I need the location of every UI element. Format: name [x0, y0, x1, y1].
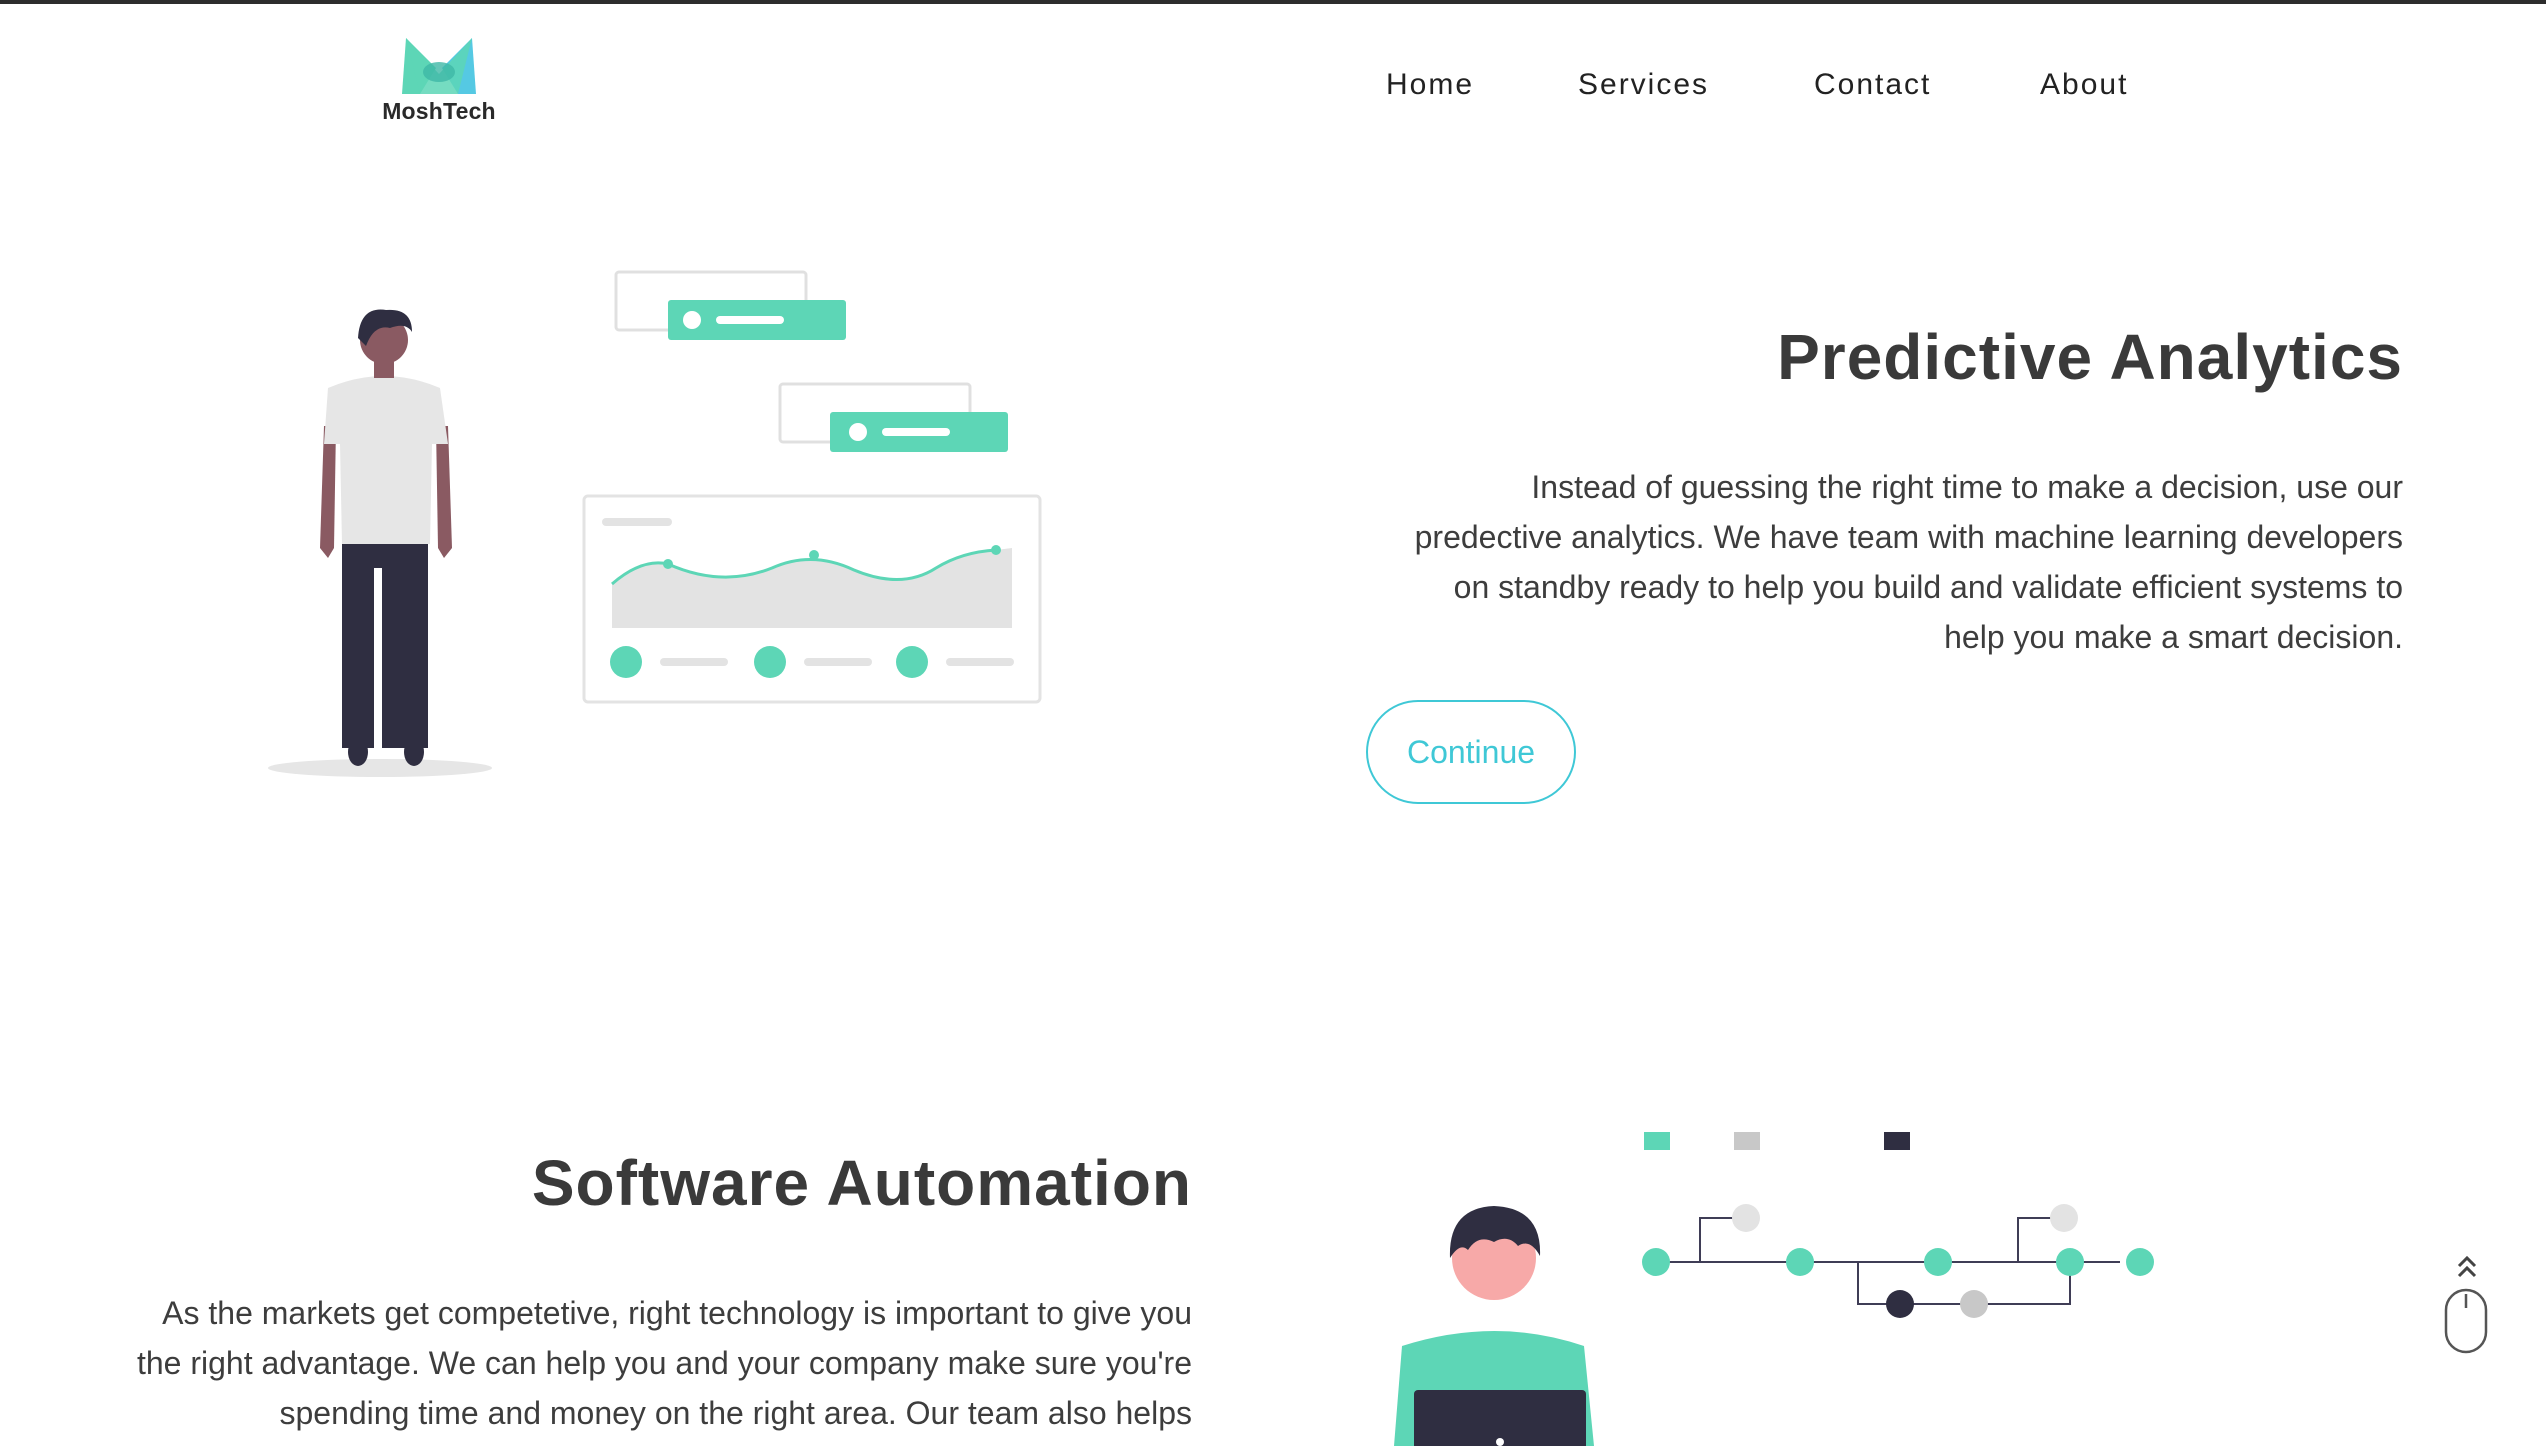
brand-logo[interactable]: MoshTech [372, 34, 506, 126]
predictive-analytics-description: Instead of guessing the right time to ma… [1414, 469, 2403, 655]
nav-services[interactable]: Services [1578, 68, 1709, 102]
analytics-illustration [268, 270, 1042, 777]
mouse-scroll-icon [2444, 1288, 2488, 1354]
predictive-analytics-title: Predictive Analytics [1777, 321, 2403, 393]
double-chevron-up-icon[interactable] [2452, 1252, 2482, 1282]
nav-contact[interactable]: Contact [1814, 68, 1931, 102]
continue-button[interactable]: Continue [1366, 700, 1576, 804]
nav-about[interactable]: About [2040, 68, 2128, 102]
moshtech-logo-icon [402, 38, 476, 94]
nav-home[interactable]: Home [1386, 68, 1474, 102]
software-automation-title: Software Automation [531, 1147, 1192, 1219]
automation-illustration [1394, 1132, 2154, 1446]
top-border [0, 0, 2546, 4]
brand-name: MoshTech [382, 98, 496, 124]
software-automation-description: As the markets get competetive, right te… [136, 1295, 1192, 1431]
